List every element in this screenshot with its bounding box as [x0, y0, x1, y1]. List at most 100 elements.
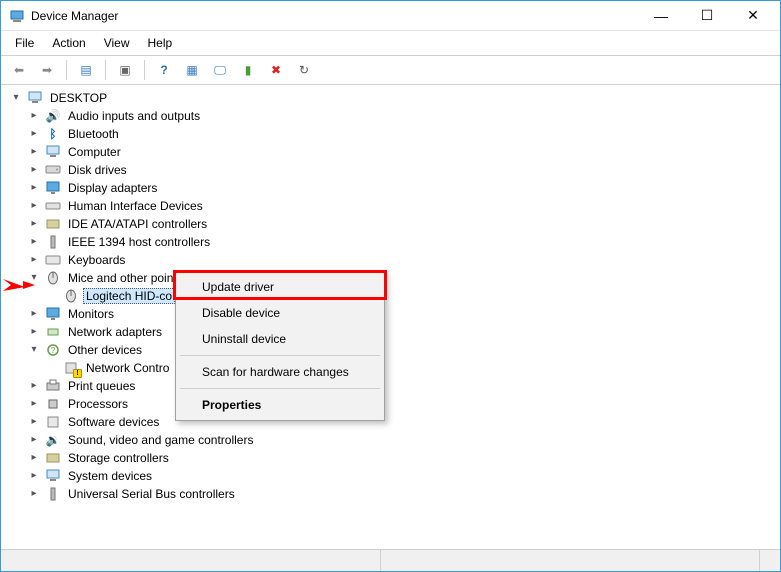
device-manager-window: Device Manager — ☐ ✕ File Action View He… — [0, 0, 781, 572]
chevron-right-icon[interactable]: ▸ — [27, 396, 41, 410]
chevron-right-icon[interactable]: ▸ — [27, 324, 41, 338]
chevron-right-icon[interactable]: ▸ — [27, 126, 41, 140]
show-hide-tree-icon[interactable]: ▤ — [74, 59, 98, 81]
tree-item[interactable]: ▸ Computer — [27, 143, 780, 161]
tree-label: Processors — [65, 396, 131, 412]
statusbar — [1, 549, 780, 571]
tree-item[interactable]: ▸ 🔉 Sound, video and game controllers — [27, 431, 780, 449]
tree-item-other[interactable]: ▾ ? Other devices — [27, 341, 780, 359]
tree-label: Storage controllers — [65, 450, 172, 466]
tree-item[interactable]: ▸ Human Interface Devices — [27, 197, 780, 215]
properties-icon[interactable]: ▣ — [113, 59, 137, 81]
menu-action[interactable]: Action — [44, 33, 93, 53]
chevron-right-icon[interactable]: ▸ — [27, 216, 41, 230]
chevron-down-icon[interactable]: ▾ — [27, 342, 41, 356]
chevron-right-icon[interactable]: ▸ — [27, 378, 41, 392]
chevron-right-icon[interactable]: ▸ — [27, 162, 41, 176]
tree-label-selected: Logitech HID-co — [83, 288, 175, 304]
tree-item[interactable]: ▸ IEEE 1394 host controllers — [27, 233, 780, 251]
tree-item[interactable]: ▸ ᛒ Bluetooth — [27, 125, 780, 143]
tree-item-mice[interactable]: ▾ Mice and other pointing devices — [27, 269, 780, 287]
tree-item[interactable]: ▸ Software devices — [27, 413, 780, 431]
other-icon: ? — [44, 342, 62, 358]
cm-properties[interactable]: Properties — [178, 392, 382, 418]
context-menu: Update driver Disable device Uninstall d… — [175, 271, 385, 421]
tree-item[interactable]: ▸ Disk drives — [27, 161, 780, 179]
cm-scan-hardware[interactable]: Scan for hardware changes — [178, 359, 382, 385]
tree-label: Bluetooth — [65, 126, 122, 142]
network-icon — [44, 324, 62, 340]
tree-root[interactable]: ▾ DESKTOP — [9, 89, 780, 107]
tree-label: Sound, video and game controllers — [65, 432, 256, 448]
tree-item[interactable]: ▸ 🔊 Audio inputs and outputs — [27, 107, 780, 125]
chevron-down-icon[interactable]: ▾ — [9, 90, 23, 104]
tree-item[interactable]: ▸ Processors — [27, 395, 780, 413]
chevron-right-icon[interactable]: ▸ — [27, 432, 41, 446]
chevron-right-icon[interactable]: ▸ — [27, 234, 41, 248]
window-title: Device Manager — [31, 9, 118, 23]
tree-pane[interactable]: ▾ DESKTOP ▸ 🔊 Audio inputs and outputs ▸… — [1, 85, 780, 549]
svg-text:?: ? — [51, 346, 56, 355]
toolbar: ⬅ ➡ ▤ ▣ ? ▦ 🖵 ▮ ✖ ↻ — [1, 56, 780, 85]
update-icon[interactable]: ↻ — [292, 59, 316, 81]
chevron-right-icon[interactable]: ▸ — [27, 108, 41, 122]
chevron-right-icon[interactable]: ▸ — [27, 252, 41, 266]
action-center-icon[interactable]: ▦ — [180, 59, 204, 81]
tree-item[interactable]: ▸ IDE ATA/ATAPI controllers — [27, 215, 780, 233]
chevron-right-icon[interactable]: ▸ — [27, 180, 41, 194]
tree-item-network-contro[interactable]: ! Network Contro — [45, 359, 780, 377]
disk-icon — [44, 162, 62, 178]
menu-file[interactable]: File — [7, 33, 42, 53]
ide-icon — [44, 216, 62, 232]
tree-item[interactable]: ▸ Display adapters — [27, 179, 780, 197]
tree-item[interactable]: ▸ Print queues — [27, 377, 780, 395]
minimize-button[interactable]: — — [638, 1, 684, 30]
tree-label: Universal Serial Bus controllers — [65, 486, 238, 502]
maximize-button[interactable]: ☐ — [684, 1, 730, 30]
usb-icon — [44, 486, 62, 502]
tree-item[interactable]: ▸ System devices — [27, 467, 780, 485]
tree-label: Display adapters — [65, 180, 160, 196]
back-icon[interactable]: ⬅ — [7, 59, 31, 81]
cm-uninstall-device[interactable]: Uninstall device — [178, 326, 382, 352]
tree-label: IEEE 1394 host controllers — [65, 234, 213, 250]
tree-item[interactable]: ▸ Keyboards — [27, 251, 780, 269]
tree-item[interactable]: ▸ Universal Serial Bus controllers — [27, 485, 780, 503]
display-icon — [44, 180, 62, 196]
forward-icon[interactable]: ➡ — [35, 59, 59, 81]
chevron-down-icon[interactable]: ▾ — [27, 270, 41, 284]
tree-label: Network Contro — [83, 360, 172, 376]
tree-label: Audio inputs and outputs — [65, 108, 203, 124]
unknown-warn-icon: ! — [62, 360, 80, 376]
chevron-right-icon[interactable]: ▸ — [27, 486, 41, 500]
chevron-right-icon[interactable]: ▸ — [27, 144, 41, 158]
chevron-right-icon[interactable]: ▸ — [27, 198, 41, 212]
audio-icon: 🔊 — [44, 108, 62, 124]
tree-item[interactable]: ▸ Monitors — [27, 305, 780, 323]
chevron-right-icon[interactable]: ▸ — [27, 450, 41, 464]
tree-root-label: DESKTOP — [47, 90, 110, 106]
ieee-icon — [44, 234, 62, 250]
cm-update-driver[interactable]: Update driver — [178, 274, 382, 300]
chevron-right-icon[interactable]: ▸ — [27, 414, 41, 428]
cpu-icon — [44, 396, 62, 412]
tree-label: Computer — [65, 144, 124, 160]
computer-icon — [26, 90, 44, 106]
tree-item[interactable]: ▸ Network adapters — [27, 323, 780, 341]
tree-item[interactable]: ▸ Storage controllers — [27, 449, 780, 467]
help-icon[interactable]: ? — [152, 59, 176, 81]
chevron-right-icon[interactable]: ▸ — [27, 468, 41, 482]
menu-view[interactable]: View — [96, 33, 138, 53]
cm-disable-device[interactable]: Disable device — [178, 300, 382, 326]
close-button[interactable]: ✕ — [730, 1, 776, 30]
tree-item-logitech[interactable]: Logitech HID-co — [45, 287, 780, 305]
keyboard-icon — [44, 252, 62, 268]
chevron-right-icon[interactable]: ▸ — [27, 306, 41, 320]
system-icon — [44, 468, 62, 484]
menu-help[interactable]: Help — [140, 33, 181, 53]
toolbar-sep — [105, 60, 106, 80]
mouse-icon — [62, 288, 80, 304]
remove-icon[interactable]: ✖ — [264, 59, 288, 81]
scan-icon[interactable]: 🖵 — [208, 59, 232, 81]
add-legacy-icon[interactable]: ▮ — [236, 59, 260, 81]
